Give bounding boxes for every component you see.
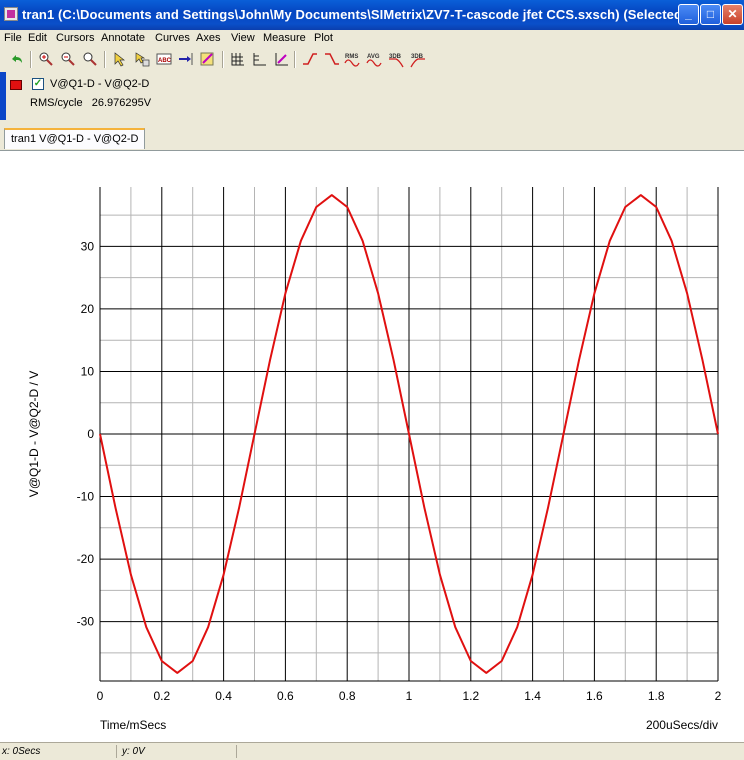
y-tick-label: -10	[77, 490, 95, 504]
undo-arrow-icon[interactable]	[9, 51, 25, 67]
menu-bar: File Edit Cursors Annotate Curves Axes V…	[0, 30, 744, 48]
text-annotation-icon[interactable]: ABC	[156, 51, 172, 67]
zoom-fit-icon[interactable]	[82, 51, 98, 67]
x-axis-label: Time/mSecs	[100, 718, 166, 732]
menu-cursors[interactable]: Cursors	[56, 32, 95, 44]
y-tick-label: -30	[77, 615, 95, 629]
x-tick-label: 0.2	[153, 689, 170, 703]
cursor-move-icon[interactable]	[134, 51, 150, 67]
y-tick-label: -20	[77, 552, 95, 566]
x-tick-label: 0.8	[339, 689, 356, 703]
menu-curves[interactable]: Curves	[155, 32, 190, 44]
x-tick-label: 0.6	[277, 689, 294, 703]
lowpass-3db-icon[interactable]: 3DB	[410, 51, 426, 68]
toolbar: ABC RMS AVG 3DB 3DB	[0, 48, 744, 73]
legend-measurement: RMS/cycle 26.976295V	[30, 97, 152, 109]
highpass-3db-icon[interactable]: 3DB	[388, 51, 404, 68]
window-title: tran1 (C:\Documents and Settings\John\My…	[22, 7, 687, 22]
y-tick-label: 20	[81, 302, 95, 316]
svg-text:ABC: ABC	[158, 58, 172, 64]
x-tick-label: 2	[715, 689, 722, 703]
status-bar: x: 0Secs y: 0V	[0, 742, 744, 760]
x-tick-label: 1.8	[648, 689, 665, 703]
app-icon[interactable]	[4, 7, 18, 21]
x-scale-label: 200uSecs/div	[646, 718, 718, 732]
x-tick-label: 0	[97, 689, 104, 703]
menu-edit[interactable]: Edit	[28, 32, 47, 44]
y-tick-label: 0	[87, 427, 94, 441]
cursor-pick-icon[interactable]	[112, 51, 128, 67]
axis-edit-icon[interactable]	[273, 51, 289, 67]
waveform-chart[interactable]: 0 0.2 0.4 0.6 0.8 1 1.2 1.4 1.6 1.8 2 30 20 10 0 -10 -20…	[0, 151, 744, 743]
grid-icon[interactable]	[229, 51, 245, 67]
tab-tran1[interactable]: tran1 V@Q1-D - V@Q2-D	[4, 128, 146, 149]
x-tick-label: 1.2	[462, 689, 479, 703]
x-tick-label: 1.6	[586, 689, 603, 703]
avg-measure-icon[interactable]: AVG	[366, 51, 382, 67]
legend-curve-name[interactable]: V@Q1-D - V@Q2-D	[50, 78, 149, 90]
x-tick-label: 1	[406, 689, 413, 703]
status-x: x: 0Secs	[2, 746, 41, 757]
zoom-out-icon[interactable]	[60, 51, 76, 67]
curve-edit-icon[interactable]	[200, 51, 216, 67]
menu-annotate[interactable]: Annotate	[101, 32, 145, 44]
arrow-marker-icon[interactable]	[178, 51, 194, 67]
rms-measure-icon[interactable]: RMS	[344, 51, 360, 67]
menu-view[interactable]: View	[231, 32, 255, 44]
legend-selection-bar	[0, 72, 6, 120]
x-tick-label: 1.4	[524, 689, 541, 703]
x-tick-label: 0.4	[215, 689, 232, 703]
rise-time-icon[interactable]	[302, 51, 318, 67]
y-axis-label: V@Q1-D - V@Q2-D / V	[27, 371, 41, 497]
minimize-button[interactable]: _	[678, 4, 699, 25]
menu-axes[interactable]: Axes	[196, 32, 220, 44]
y-tick-label: 30	[81, 239, 95, 253]
curve-color-swatch[interactable]	[10, 80, 22, 90]
plot-area[interactable]: 0 0.2 0.4 0.6 0.8 1 1.2 1.4 1.6 1.8 2 30 20 10 0 -10 -20…	[0, 150, 744, 743]
status-y: y: 0V	[122, 746, 145, 757]
fall-time-icon[interactable]	[324, 51, 340, 67]
title-bar: tran1 (C:\Documents and Settings\John\My…	[0, 0, 744, 30]
maximize-button[interactable]: □	[700, 4, 721, 25]
menu-plot[interactable]: Plot	[314, 32, 333, 44]
axes-icon[interactable]	[251, 51, 267, 67]
menu-file[interactable]: File	[4, 32, 22, 44]
zoom-in-icon[interactable]	[38, 51, 54, 67]
menu-measure[interactable]: Measure	[263, 32, 306, 44]
close-button[interactable]: ✕	[722, 4, 743, 25]
curve-visible-checkbox[interactable]: ✓	[32, 78, 44, 90]
y-tick-label: 10	[81, 364, 95, 378]
